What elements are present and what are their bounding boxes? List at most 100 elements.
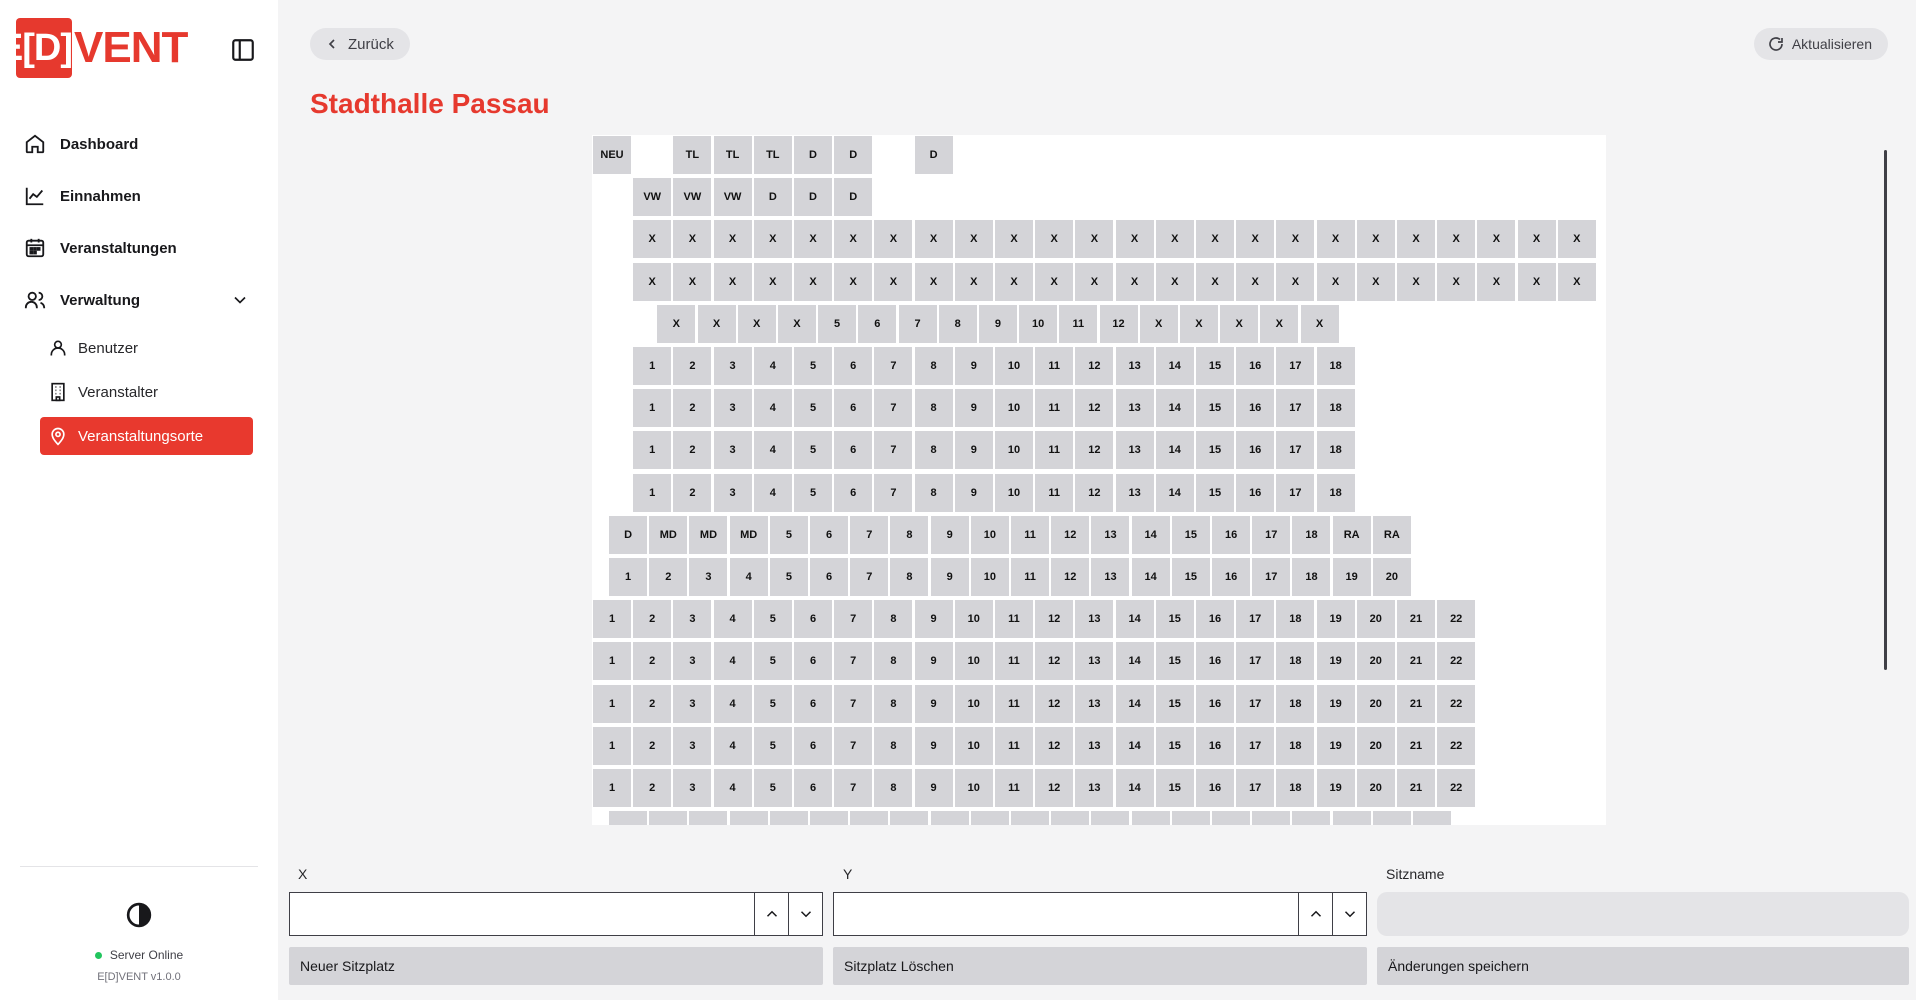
seat[interactable]: 1 bbox=[593, 726, 631, 765]
seat[interactable]: 1 bbox=[609, 811, 648, 825]
seat[interactable]: 16 bbox=[1236, 347, 1275, 385]
seat[interactable]: 6 bbox=[858, 304, 897, 343]
seat[interactable]: 11 bbox=[995, 726, 1033, 765]
seat[interactable]: 6 bbox=[794, 642, 832, 681]
seat[interactable]: 13 bbox=[1091, 558, 1130, 596]
seat[interactable]: 17 bbox=[1252, 515, 1291, 554]
seat[interactable]: 16 bbox=[1196, 726, 1234, 765]
seat[interactable]: X bbox=[753, 220, 792, 259]
seat[interactable]: 7 bbox=[874, 431, 913, 470]
seat[interactable]: 13 bbox=[1115, 431, 1154, 470]
seat[interactable]: 5 bbox=[769, 811, 808, 825]
seat[interactable]: 13 bbox=[1075, 600, 1114, 639]
seat[interactable]: 7 bbox=[898, 304, 937, 343]
seat[interactable]: 1 bbox=[633, 347, 672, 385]
seat[interactable]: 15 bbox=[1171, 515, 1210, 554]
seat[interactable]: 2 bbox=[673, 473, 712, 512]
seat[interactable]: 8 bbox=[874, 642, 913, 681]
seat[interactable]: X bbox=[777, 304, 816, 343]
seat[interactable]: 12 bbox=[1075, 347, 1114, 385]
seat[interactable]: 14 bbox=[1115, 642, 1154, 681]
seat[interactable]: 9 bbox=[914, 726, 953, 765]
seat[interactable]: 19 bbox=[1316, 684, 1355, 723]
seat[interactable]: 8 bbox=[874, 600, 913, 639]
seat[interactable]: 5 bbox=[794, 347, 832, 385]
seat[interactable]: 5 bbox=[753, 600, 792, 639]
seat[interactable]: 21 bbox=[1413, 811, 1452, 825]
seat[interactable]: 12 bbox=[1099, 304, 1138, 343]
seat[interactable]: 14 bbox=[1155, 473, 1194, 512]
seat[interactable]: 17 bbox=[1236, 642, 1275, 681]
seat[interactable]: 12 bbox=[1035, 684, 1074, 723]
seat[interactable]: 2 bbox=[673, 389, 712, 428]
y-input-value[interactable] bbox=[834, 893, 1298, 935]
seat[interactable]: 2 bbox=[633, 769, 672, 807]
seat[interactable]: 19 bbox=[1316, 642, 1355, 681]
seat[interactable]: 2 bbox=[649, 558, 688, 596]
seat[interactable]: 8 bbox=[874, 769, 913, 807]
seat[interactable]: X bbox=[914, 262, 953, 301]
seat[interactable]: 9 bbox=[954, 431, 993, 470]
x-decrement-button[interactable] bbox=[788, 893, 822, 935]
seat[interactable]: 11 bbox=[1035, 389, 1074, 428]
seat[interactable]: 16 bbox=[1236, 431, 1275, 470]
seat[interactable]: X bbox=[657, 304, 696, 343]
seat[interactable]: 10 bbox=[954, 769, 993, 807]
seat[interactable]: MD bbox=[729, 515, 768, 554]
seat[interactable]: 2 bbox=[633, 600, 672, 639]
seat[interactable]: TL bbox=[713, 136, 752, 174]
sidebar-subitem-veranstaltungsorte[interactable]: Veranstaltungsorte bbox=[40, 417, 253, 455]
seat[interactable]: 3 bbox=[673, 642, 712, 681]
seat[interactable]: 21 bbox=[1397, 684, 1435, 723]
seat[interactable]: 8 bbox=[914, 347, 953, 385]
seat[interactable]: X bbox=[1115, 220, 1154, 259]
seat[interactable]: X bbox=[874, 262, 913, 301]
seat[interactable]: 4 bbox=[713, 684, 752, 723]
seat[interactable]: X bbox=[995, 262, 1033, 301]
seat[interactable]: X bbox=[1220, 304, 1259, 343]
seat[interactable]: D bbox=[794, 136, 832, 174]
seat[interactable]: 10 bbox=[995, 347, 1033, 385]
seat[interactable]: X bbox=[834, 262, 873, 301]
seat[interactable]: X bbox=[1260, 304, 1299, 343]
seat[interactable]: 8 bbox=[874, 684, 913, 723]
seat[interactable]: 11 bbox=[1059, 304, 1098, 343]
seat[interactable]: RA bbox=[1372, 515, 1411, 554]
seat[interactable]: 5 bbox=[753, 726, 792, 765]
seat[interactable]: 18 bbox=[1292, 811, 1331, 825]
seat[interactable]: 3 bbox=[689, 558, 728, 596]
seat[interactable]: 6 bbox=[794, 600, 832, 639]
seat[interactable]: 21 bbox=[1397, 642, 1435, 681]
seat[interactable]: 22 bbox=[1437, 642, 1476, 681]
y-decrement-button[interactable] bbox=[1332, 893, 1366, 935]
seat[interactable]: 1 bbox=[593, 600, 631, 639]
seat[interactable]: 1 bbox=[593, 769, 631, 807]
seat[interactable]: 18 bbox=[1316, 473, 1355, 512]
seat[interactable]: 5 bbox=[753, 684, 792, 723]
seat[interactable]: X bbox=[1236, 220, 1275, 259]
seat[interactable]: 6 bbox=[810, 811, 849, 825]
seat[interactable]: 7 bbox=[834, 684, 873, 723]
seat[interactable]: 17 bbox=[1236, 769, 1275, 807]
seat[interactable]: TL bbox=[753, 136, 792, 174]
seat[interactable]: 15 bbox=[1196, 473, 1234, 512]
seat[interactable]: 7 bbox=[850, 558, 889, 596]
seat[interactable]: 11 bbox=[995, 600, 1033, 639]
new-seat-button[interactable]: Neuer Sitzplatz bbox=[289, 947, 823, 985]
seat[interactable]: X bbox=[1557, 220, 1596, 259]
seat[interactable]: 2 bbox=[633, 726, 672, 765]
seat[interactable]: 1 bbox=[633, 389, 672, 428]
seat[interactable]: 15 bbox=[1155, 684, 1194, 723]
seat[interactable]: 14 bbox=[1131, 558, 1170, 596]
seat[interactable]: 12 bbox=[1075, 473, 1114, 512]
seat[interactable]: 4 bbox=[713, 642, 752, 681]
seat[interactable]: 18 bbox=[1292, 558, 1331, 596]
seat[interactable]: 16 bbox=[1196, 642, 1234, 681]
seat[interactable]: X bbox=[1356, 262, 1395, 301]
seat[interactable]: 17 bbox=[1276, 389, 1315, 428]
seat[interactable]: X bbox=[697, 304, 736, 343]
seat[interactable]: 5 bbox=[794, 473, 832, 512]
seat[interactable]: X bbox=[1236, 262, 1275, 301]
seat[interactable]: X bbox=[1155, 262, 1194, 301]
seat[interactable]: D bbox=[834, 178, 873, 217]
